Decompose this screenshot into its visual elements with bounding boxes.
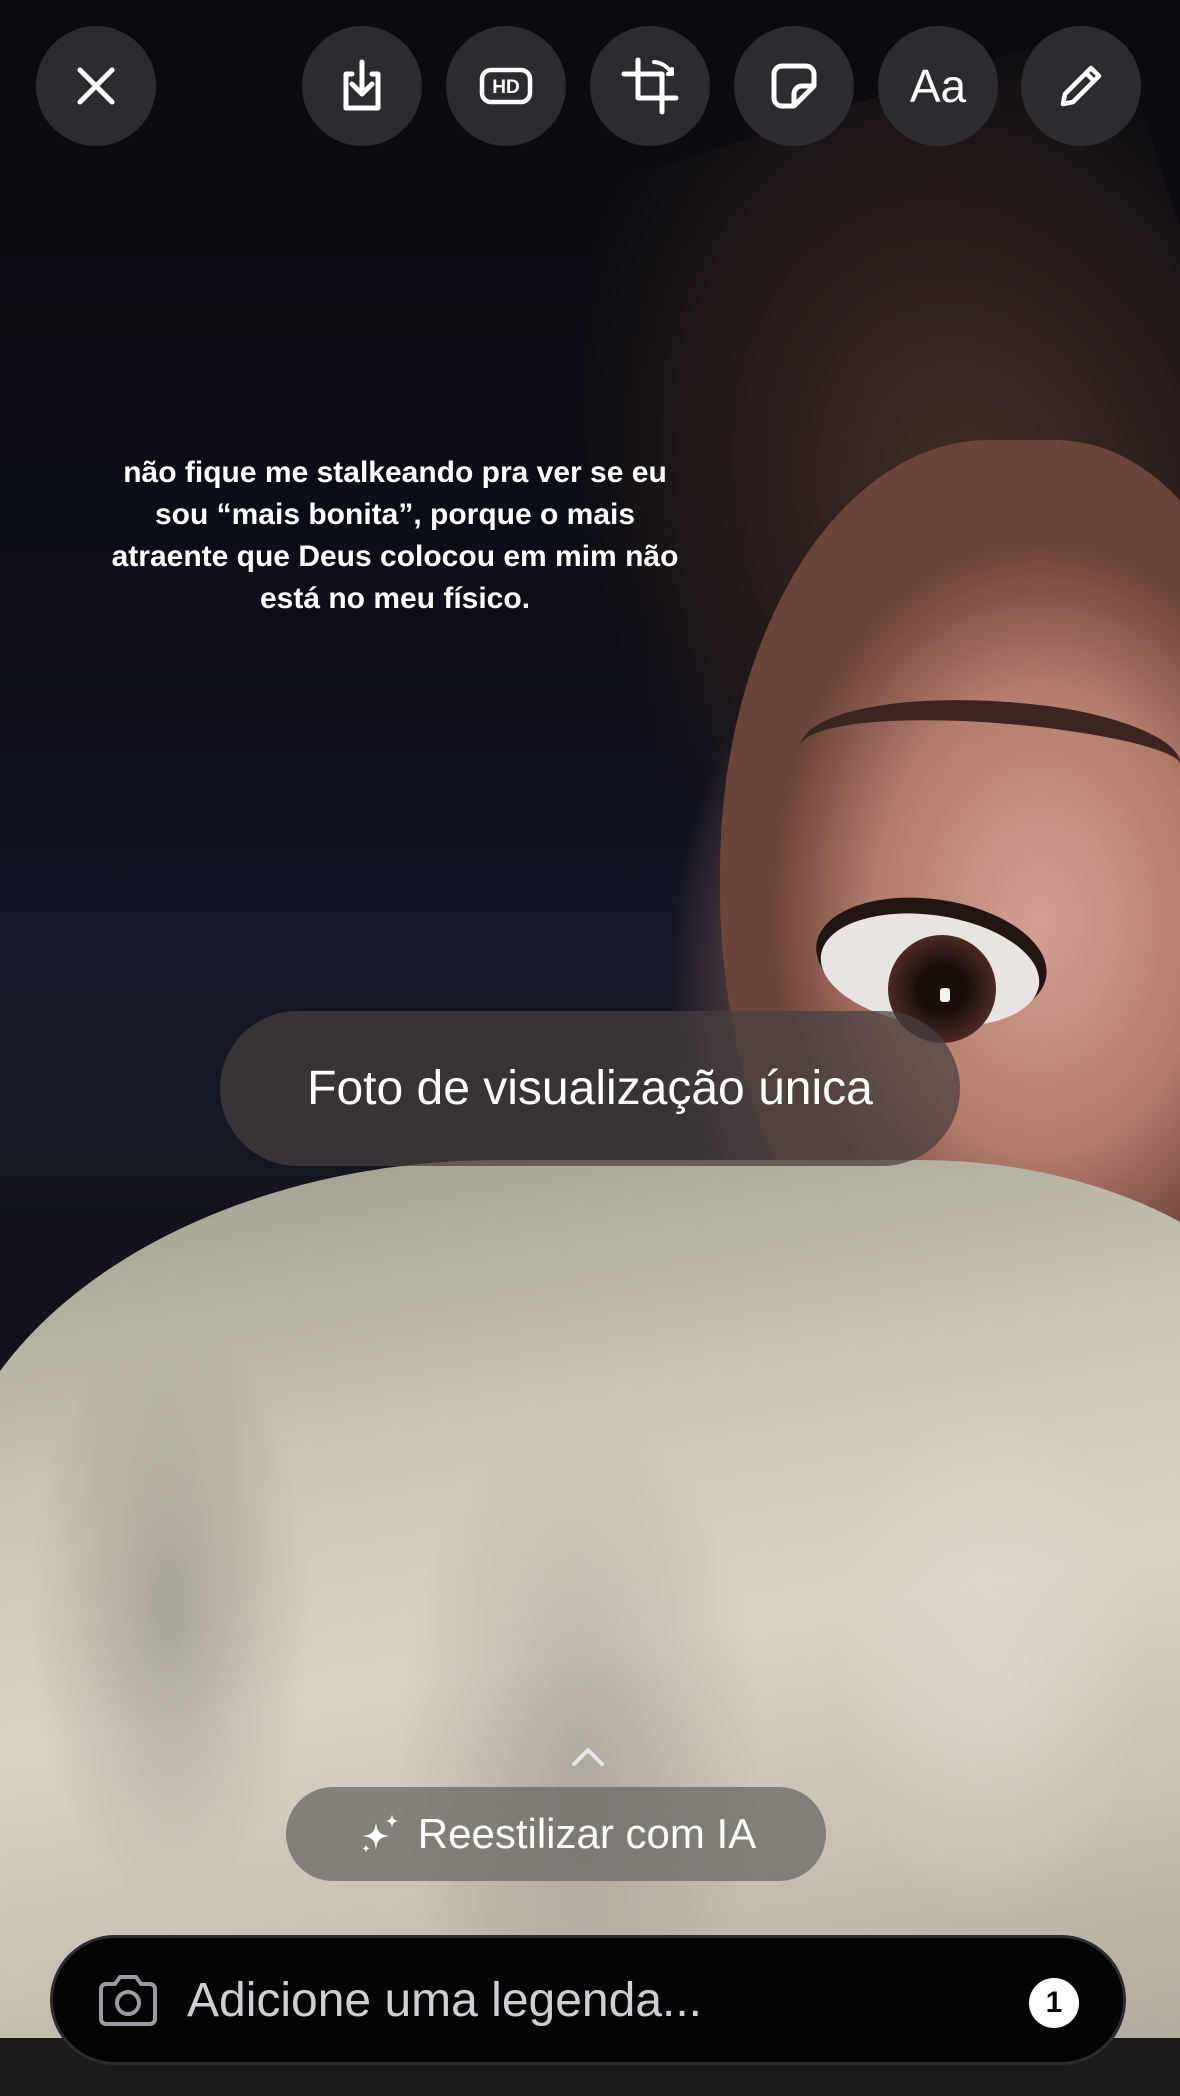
pencil-icon [1060,65,1102,107]
sparkles-icon [361,1814,399,1853]
draw-button[interactable] [1021,26,1141,146]
hd-label: HD [492,77,519,98]
sticker-button[interactable] [734,26,854,146]
close-icon [77,67,115,105]
hd-button[interactable]: HD [446,26,566,146]
text-tool-label: Aa [909,60,967,112]
story-text-line: está no meu físico. [259,582,531,615]
chevron-up-icon[interactable] [568,1742,608,1770]
story-text-line: não fique me stalkeando pra ver se eu [123,456,667,489]
photo-blanket [0,1160,1180,2038]
photo-eye-glint [940,988,950,1002]
crop-icon [621,57,679,115]
download-icon [343,59,381,111]
caption-input[interactable]: Adicione uma legenda... 1 [50,1935,1126,2065]
story-text-overlay[interactable]: não fique me stalkeando pra ver se eu so… [80,452,710,620]
sticker-icon [771,63,817,109]
restyle-ai-button[interactable]: Reestilizar com IA [286,1787,826,1881]
hd-icon: HD [479,67,533,105]
camera-icon[interactable] [95,1971,161,2031]
text-tool-button[interactable]: Aa [878,26,998,146]
download-button[interactable] [302,26,422,146]
view-count-badge[interactable]: 1 [1029,1978,1079,2028]
caption-placeholder: Adicione uma legenda... [187,1974,703,2027]
view-once-label: Foto de visualização única [307,1062,873,1115]
crop-button[interactable] [590,26,710,146]
restyle-ai-label: Reestilizar com IA [417,1810,757,1857]
story-text-line: sou “mais bonita”, porque o mais [154,498,636,531]
close-button[interactable] [36,26,156,146]
view-once-toggle[interactable]: Foto de visualização única [220,1011,960,1166]
story-text-line: atraente que Deus colocou em mim não [111,540,679,573]
